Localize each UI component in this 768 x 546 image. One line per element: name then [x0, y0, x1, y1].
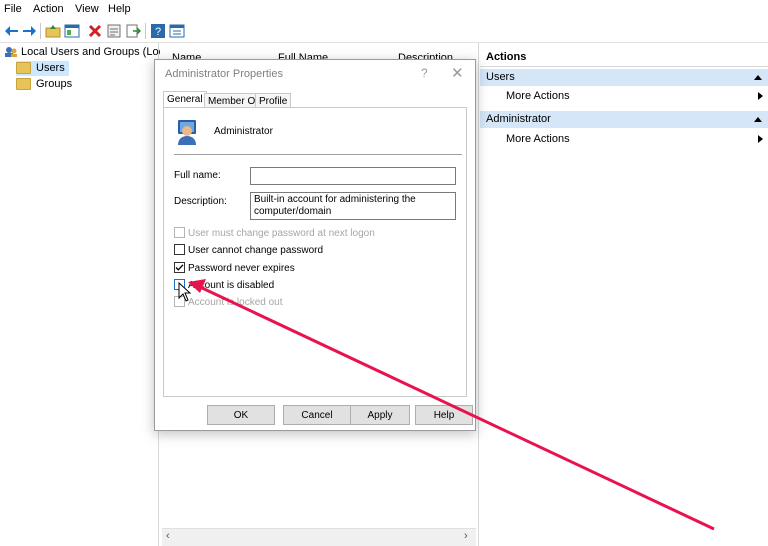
annotation-arrow	[188, 279, 715, 531]
